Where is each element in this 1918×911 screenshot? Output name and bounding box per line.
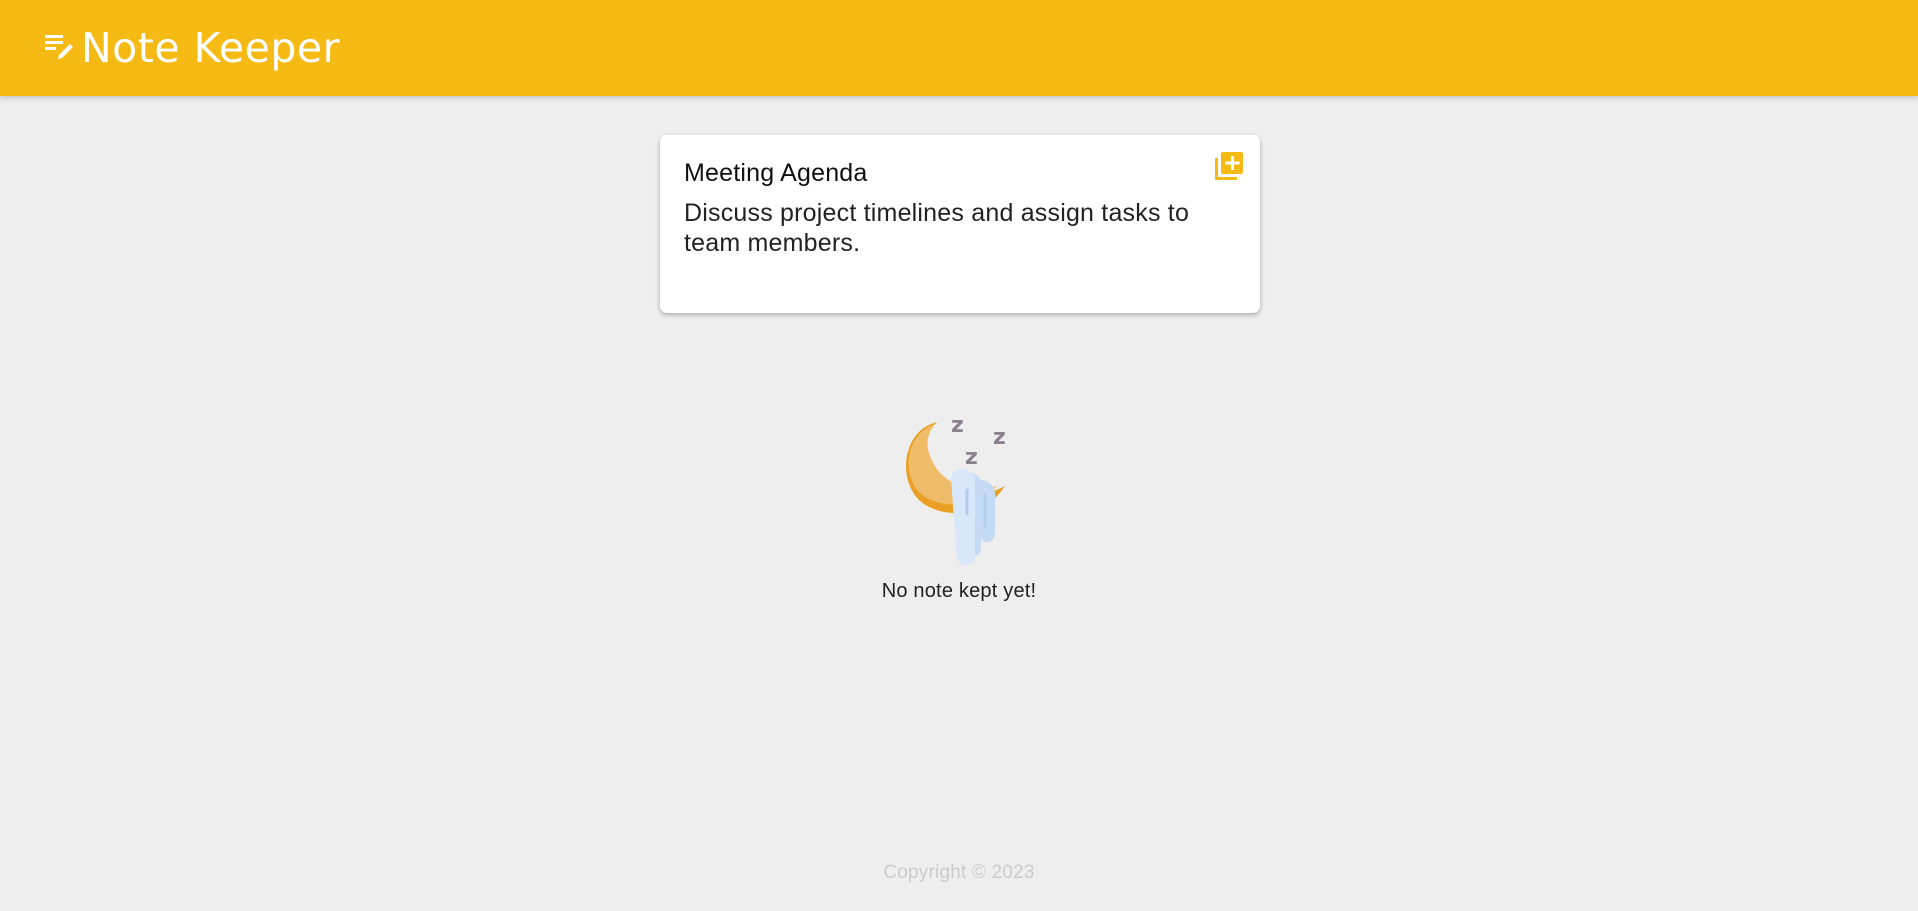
sleeping-moon-icon: z z z bbox=[906, 413, 1006, 566]
note-title: Meeting Agenda bbox=[684, 159, 868, 187]
note-content: Discuss project timelines and assign tas… bbox=[684, 199, 1190, 257]
svg-text:z: z bbox=[965, 445, 978, 470]
brand: Note Keeper bbox=[43, 23, 340, 72]
note-card: Meeting Agenda Discuss project timelines… bbox=[660, 135, 1260, 313]
app-title: Note Keeper bbox=[81, 23, 340, 72]
copyright-text: Copyright © 2023 bbox=[883, 862, 1035, 883]
library-add-icon bbox=[1215, 152, 1243, 180]
add-note-button[interactable] bbox=[1212, 149, 1246, 183]
app-header: Note Keeper bbox=[0, 0, 1918, 96]
svg-text:z: z bbox=[951, 413, 964, 438]
empty-message: No note kept yet! bbox=[881, 580, 1037, 602]
notes-edit-icon bbox=[45, 35, 73, 59]
footer: Copyright © 2023 bbox=[0, 862, 1918, 884]
svg-text:z: z bbox=[993, 425, 1006, 450]
empty-state: z z z No note kept yet! bbox=[0, 408, 1918, 603]
